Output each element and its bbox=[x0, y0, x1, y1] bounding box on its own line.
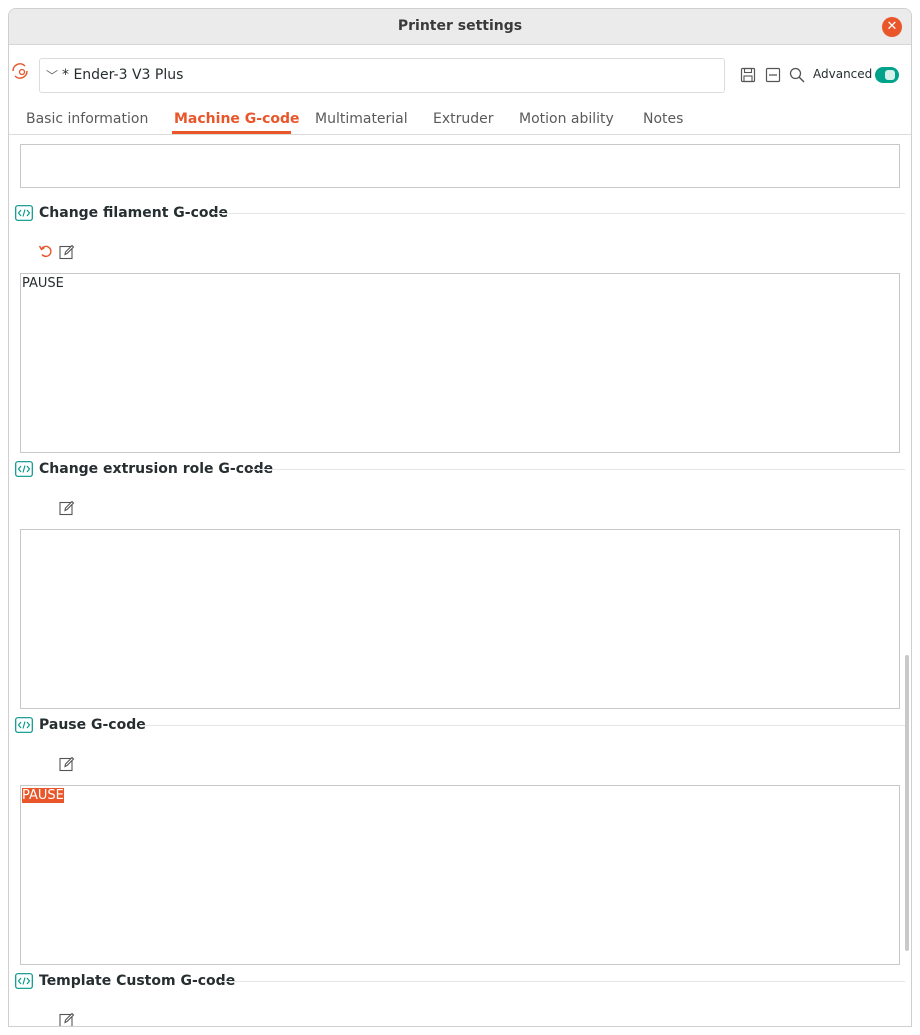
change-filament-section-header: Change filament G-code bbox=[15, 205, 905, 225]
title-bar: Printer settings ✕ bbox=[9, 9, 911, 45]
tab-notes[interactable]: Notes bbox=[643, 111, 683, 127]
edit-icon[interactable] bbox=[59, 500, 75, 516]
advanced-label: Advanced bbox=[813, 67, 873, 81]
reset-icon[interactable] bbox=[38, 243, 54, 259]
tab-machine-gcode[interactable]: Machine G-code bbox=[174, 111, 300, 127]
section-divider bbox=[251, 469, 905, 470]
close-button[interactable]: ✕ bbox=[882, 17, 902, 37]
active-tab-indicator bbox=[172, 131, 291, 134]
gcode-icon bbox=[15, 717, 33, 733]
window-title: Printer settings bbox=[397, 18, 523, 34]
edit-icon[interactable] bbox=[59, 756, 75, 772]
tab-extruder[interactable]: Extruder bbox=[433, 111, 494, 127]
section-divider bbox=[221, 981, 905, 982]
settings-tabs: Basic information Machine G-code Multima… bbox=[9, 107, 911, 135]
advanced-toggle[interactable] bbox=[875, 67, 899, 83]
edit-icon[interactable] bbox=[59, 1012, 75, 1027]
delete-icon[interactable] bbox=[764, 66, 782, 84]
gcode-icon bbox=[15, 205, 33, 221]
tab-motion-ability[interactable]: Motion ability bbox=[519, 111, 614, 127]
machine-gcode-panel: Change filament G-code PAUSE Change extr… bbox=[9, 136, 911, 1027]
search-icon[interactable] bbox=[788, 66, 806, 84]
edit-icon[interactable] bbox=[59, 244, 75, 260]
section-divider bbox=[139, 725, 905, 726]
vertical-scrollbar[interactable] bbox=[905, 655, 909, 951]
change-extrusion-role-section-header: Change extrusion role G-code bbox=[15, 461, 905, 481]
pause-gcode-textarea[interactable]: PAUSE bbox=[20, 785, 900, 965]
printer-settings-window: Printer settings ✕ ﹀ * Ender-3 V3 Plus A… bbox=[8, 8, 912, 1027]
printer-preset-select[interactable]: ﹀ * Ender-3 V3 Plus bbox=[39, 58, 725, 93]
pause-section-header: Pause G-code bbox=[15, 717, 905, 737]
section-title: Change filament G-code bbox=[39, 205, 229, 221]
save-icon[interactable] bbox=[739, 66, 757, 84]
section-title: Template Custom G-code bbox=[39, 973, 236, 989]
printer-preset-value: * Ender-3 V3 Plus bbox=[62, 67, 184, 83]
tab-multimaterial[interactable]: Multimaterial bbox=[315, 111, 408, 127]
section-title: Change extrusion role G-code bbox=[39, 461, 274, 477]
section-title: Pause G-code bbox=[39, 717, 146, 733]
previous-gcode-textarea[interactable] bbox=[20, 144, 900, 188]
chevron-down-icon: ﹀ bbox=[46, 69, 59, 83]
section-divider bbox=[211, 213, 905, 214]
toggle-knob bbox=[885, 70, 895, 80]
template-custom-section-header: Template Custom G-code bbox=[15, 973, 905, 993]
tab-basic-information[interactable]: Basic information bbox=[26, 111, 148, 127]
change-filament-gcode-textarea[interactable]: PAUSE bbox=[20, 273, 900, 453]
sync-icon[interactable] bbox=[9, 60, 31, 82]
change-extrusion-role-gcode-textarea[interactable] bbox=[20, 529, 900, 709]
close-icon: ✕ bbox=[886, 19, 898, 34]
gcode-icon bbox=[15, 461, 33, 477]
selected-text: PAUSE bbox=[22, 788, 64, 803]
gcode-icon bbox=[15, 973, 33, 989]
